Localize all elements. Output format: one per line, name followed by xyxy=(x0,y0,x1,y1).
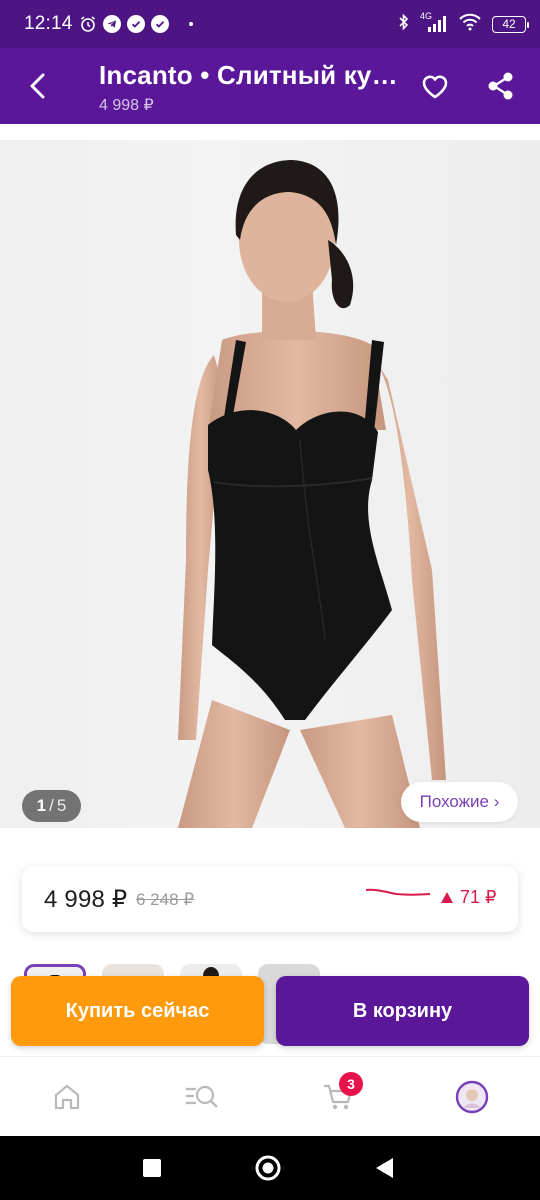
battery-indicator: 42 xyxy=(492,15,529,33)
nav-catalog-search[interactable] xyxy=(182,1077,222,1117)
recents-button[interactable] xyxy=(134,1150,170,1186)
nav-home[interactable] xyxy=(47,1077,87,1117)
circle-icon xyxy=(255,1155,281,1181)
check-circle-icon xyxy=(126,15,145,33)
status-bar: 12:14 4G 42 xyxy=(0,0,540,48)
price-card[interactable]: 4 998 ₽ 6 248 ₽ 71 ₽ xyxy=(22,866,518,932)
share-button[interactable] xyxy=(480,66,522,106)
square-icon xyxy=(143,1159,161,1177)
buy-now-button[interactable]: Купить сейчас xyxy=(11,976,264,1046)
price-change: 71 ₽ xyxy=(440,887,496,908)
bluetooth-icon xyxy=(398,13,410,36)
alarm-icon xyxy=(79,15,97,33)
share-icon xyxy=(488,72,513,100)
arrow-back-icon xyxy=(30,73,45,99)
photo-current-index: 1 xyxy=(36,796,47,815)
status-notification-icons xyxy=(79,15,193,33)
product-photo[interactable] xyxy=(0,140,540,828)
cart-count-badge: 3 xyxy=(339,1072,363,1096)
photo-counter-separator: / xyxy=(49,796,54,815)
back-button[interactable] xyxy=(18,66,58,106)
more-notifications-dot xyxy=(188,22,193,26)
status-system-icons: 4G 42 xyxy=(398,11,529,36)
price-history-sparkline xyxy=(366,888,430,896)
favorite-button[interactable] xyxy=(414,66,456,106)
old-price: 6 248 ₽ xyxy=(136,890,195,909)
model-swimsuit-illustration xyxy=(178,160,446,828)
current-price: 4 998 ₽ xyxy=(44,886,128,913)
home-system-button[interactable] xyxy=(250,1150,286,1186)
triangle-back-icon xyxy=(376,1158,393,1178)
price-change-value: 71 ₽ xyxy=(460,887,497,907)
telegram-icon xyxy=(102,15,121,33)
similar-products-button[interactable]: Похожие › xyxy=(401,782,518,822)
profile-avatar xyxy=(455,1080,489,1114)
heart-icon xyxy=(422,75,448,99)
nav-profile[interactable] xyxy=(452,1077,492,1117)
app-bar: Incanto • Слитный купальник 4 998 ₽ xyxy=(0,48,540,124)
product-title: Incanto • Слитный купальник xyxy=(99,60,399,90)
home-icon xyxy=(54,1084,80,1110)
photo-counter: 1 / 5 xyxy=(22,790,81,822)
system-navigation-bar xyxy=(0,1136,540,1200)
photo-total-count: 5 xyxy=(56,796,67,815)
title-block: Incanto • Слитный купальник 4 998 ₽ xyxy=(99,60,399,115)
catalog-search-icon xyxy=(186,1085,218,1108)
back-system-button[interactable] xyxy=(366,1150,402,1186)
status-time: 12:14 xyxy=(24,13,73,34)
signal-icon: 4G xyxy=(420,11,448,33)
triangle-up-icon xyxy=(441,892,453,903)
wifi-icon xyxy=(458,13,482,36)
check-circle-icon xyxy=(150,15,169,33)
network-type: 4G xyxy=(420,11,433,21)
product-subtitle-price: 4 998 ₽ xyxy=(99,97,154,114)
bottom-navigation xyxy=(0,1056,540,1136)
add-to-cart-button[interactable]: В корзину xyxy=(276,976,529,1046)
